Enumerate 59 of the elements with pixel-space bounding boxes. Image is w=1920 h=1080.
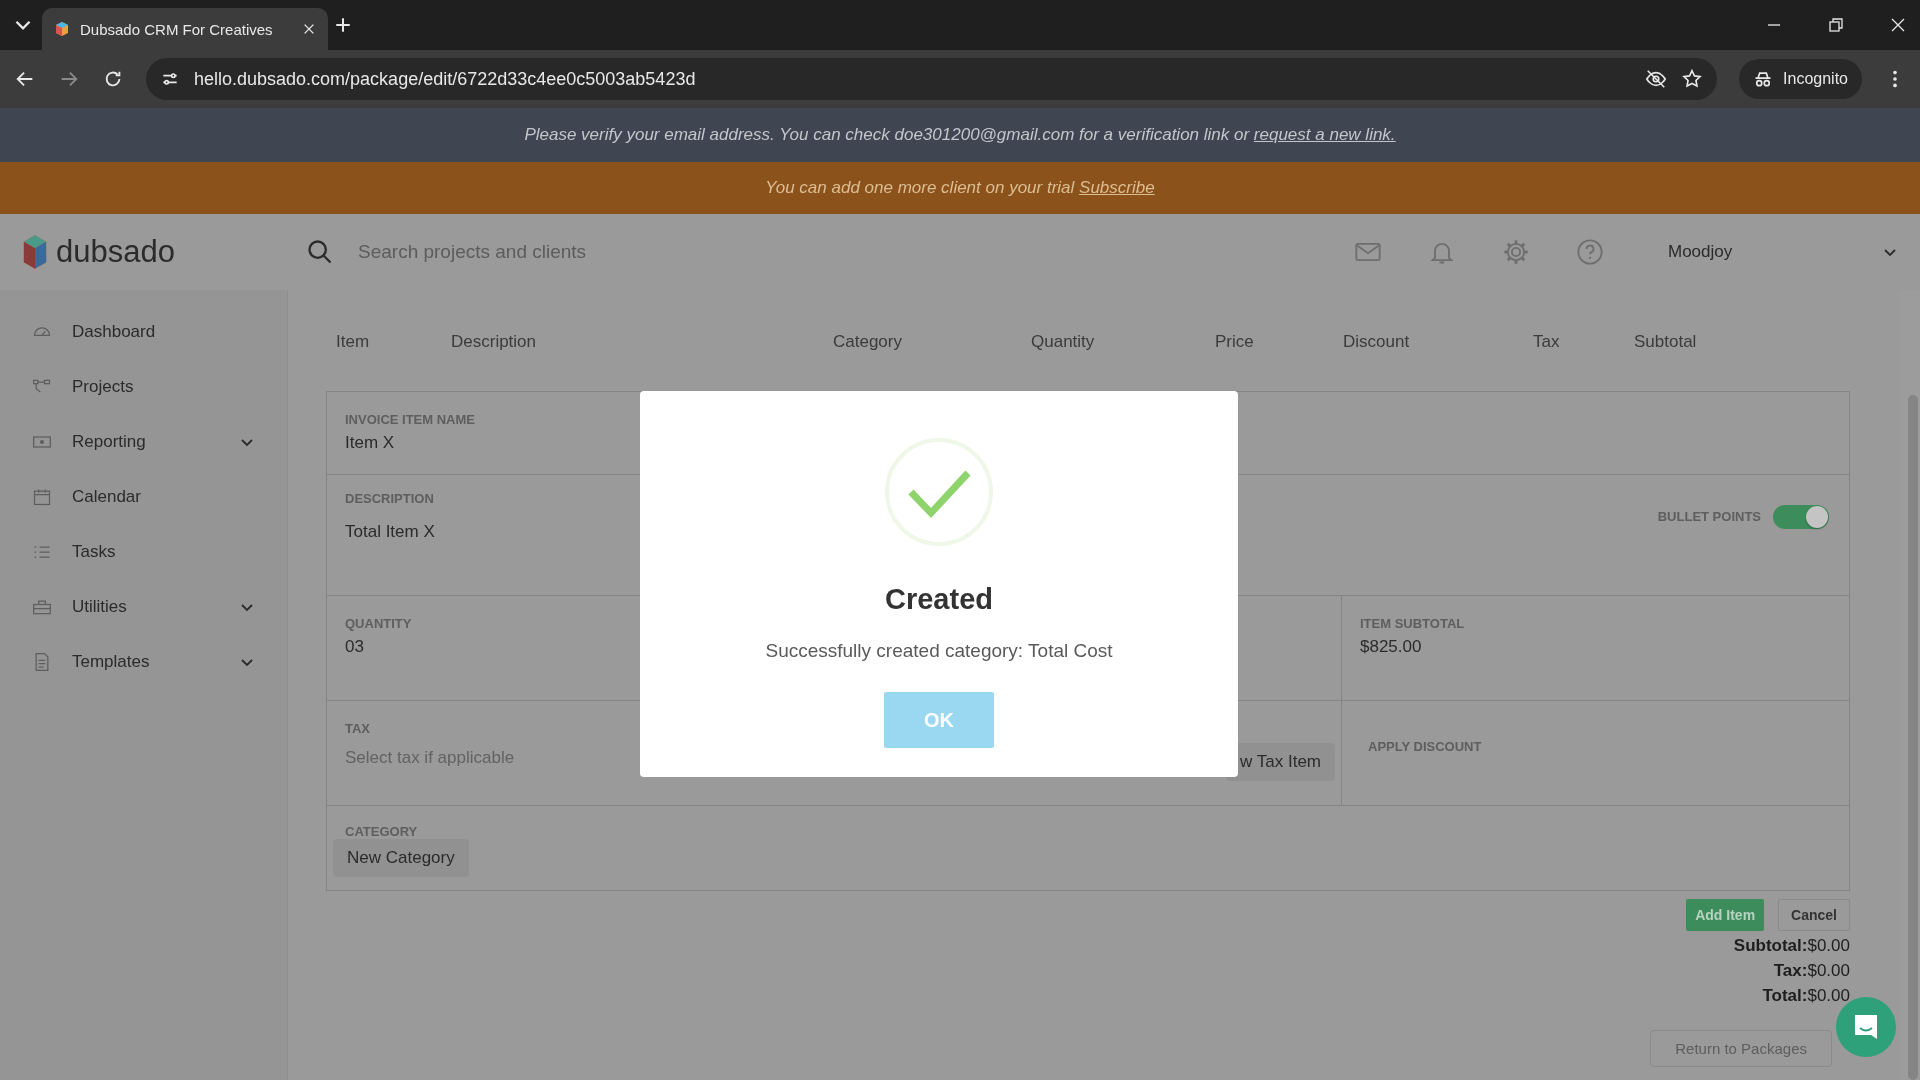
tab-title: Dubsado CRM For Creatives	[80, 20, 274, 38]
field-label: QUANTITY	[345, 616, 412, 631]
subtotal-value: $825.00	[1360, 637, 1422, 656]
favicon-icon	[54, 21, 70, 37]
banner-link[interactable]: request a new link.	[1253, 125, 1396, 144]
column-header: Description	[451, 332, 538, 352]
column-header: Discount	[1343, 332, 1411, 352]
add-item-button[interactable]: Add Item	[1686, 899, 1765, 931]
star-icon[interactable]	[1681, 68, 1704, 90]
sidebar-item[interactable]: Projects	[0, 359, 287, 414]
total-line: Total:$0.00	[1762, 985, 1850, 1006]
column-header: Subtotal	[1634, 332, 1698, 352]
column-header: Quantity	[1031, 332, 1096, 352]
column-header: Tax	[1533, 332, 1561, 352]
new-tax-item-button[interactable]: w Tax Item	[1226, 743, 1335, 781]
incognito-icon	[1753, 69, 1774, 89]
quantity-field[interactable]: 03	[345, 637, 364, 656]
sidebar-item[interactable]: Templates	[0, 634, 287, 689]
search-icon[interactable]	[306, 238, 334, 266]
url-text: hello.dubsado.com/package/edit/6722d33c4ee0c5003ab5423d	[194, 68, 697, 90]
logo-icon	[22, 233, 48, 271]
restore-icon[interactable]	[1828, 17, 1844, 33]
column-header: Price	[1215, 332, 1255, 352]
cancel-button[interactable]: Cancel	[1778, 899, 1850, 931]
banner-message: Please verify your email address. You can check doe301200@gmail.com for a verification link or request a new link.	[524, 125, 1396, 145]
modal-title: Created	[885, 583, 993, 616]
search-field[interactable]: Search projects and clients	[358, 241, 587, 263]
toggle-label: BULLET POINTS	[1657, 509, 1761, 524]
field-label: TAX	[345, 721, 372, 736]
checkmark-icon	[884, 437, 994, 547]
column-header: Item	[336, 332, 371, 352]
modal-message: Successfully created category: Total Cost	[765, 640, 1113, 662]
description-field[interactable]: Total Item X	[345, 522, 435, 542]
field-label: DESCRIPTION	[345, 491, 435, 506]
user-name[interactable]: Moodjoy	[1668, 242, 1733, 262]
close-icon[interactable]	[1890, 17, 1906, 33]
bullet-points-toggle[interactable]	[1773, 504, 1829, 529]
field-label: INVOICE ITEM NAME	[345, 412, 476, 427]
logo-text: dubsado	[56, 234, 175, 270]
total-line: Tax:$0.00	[1773, 960, 1850, 981]
item-name-field[interactable]: Item X	[345, 433, 395, 452]
new-tab-icon[interactable]	[334, 16, 352, 34]
field-label: CATEGORY	[344, 824, 419, 839]
sidebar-item[interactable]: Reporting	[0, 414, 287, 469]
sidebar-item[interactable]: Dashboard	[0, 304, 287, 359]
close-icon[interactable]	[302, 22, 316, 36]
total-line: Subtotal:$0.00	[1733, 935, 1850, 956]
banner-message: You can add one more client on your trial Subscribe	[765, 178, 1155, 198]
sidebar-item[interactable]: Utilities	[0, 579, 287, 634]
incognito-button[interactable]: Incognito	[1739, 59, 1862, 99]
column-header: Category	[833, 332, 903, 352]
address-bar[interactable]: hello.dubsado.com/package/edit/6722d33c4ee0c5003ab5423d	[146, 58, 1718, 100]
browser-tab[interactable]: Dubsado CRM For Creatives	[42, 8, 328, 50]
sidebar-item[interactable]: Tasks	[0, 524, 287, 579]
banner-link[interactable]: Subscribe	[1079, 178, 1155, 197]
field-label: ITEM SUBTOTAL	[1360, 616, 1466, 631]
new-category-button[interactable]: New Category	[333, 839, 469, 877]
eye-off-icon[interactable]	[1645, 68, 1668, 90]
sidebar-item[interactable]: Calendar	[0, 469, 287, 524]
